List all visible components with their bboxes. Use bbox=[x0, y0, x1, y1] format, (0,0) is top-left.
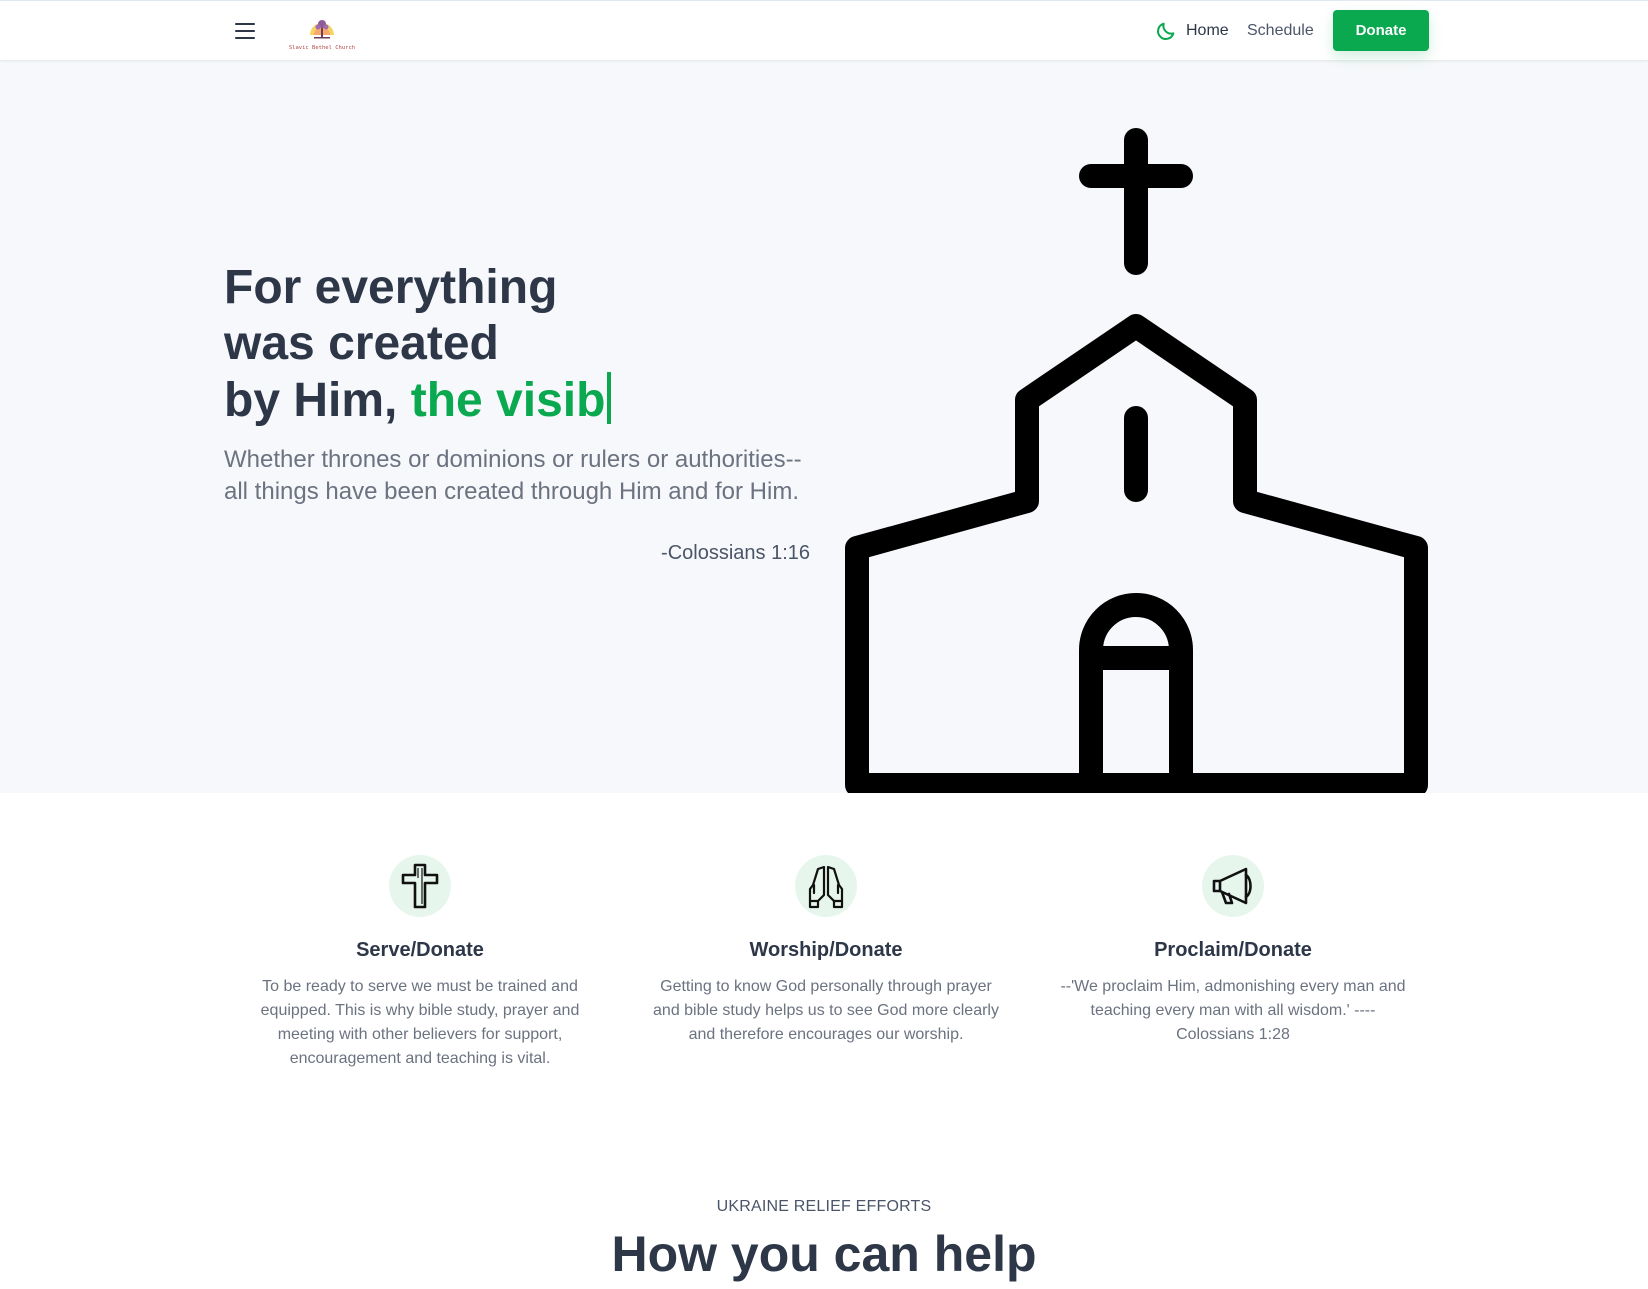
cross-icon bbox=[389, 855, 451, 917]
site-logo[interactable]: Slavic Bethel Church bbox=[284, 13, 360, 51]
moon-icon[interactable] bbox=[1155, 20, 1177, 42]
hamburger-menu-icon[interactable] bbox=[232, 19, 258, 43]
feature-worship: Worship/Donate Getting to know God perso… bbox=[626, 855, 1026, 1047]
hero-verse: Whether thrones or dominions or rulers o… bbox=[224, 446, 802, 505]
megaphone-icon bbox=[1202, 855, 1264, 917]
hero-title-line-2: was created bbox=[224, 317, 499, 370]
praying-hands-icon bbox=[795, 855, 857, 917]
typing-caret bbox=[607, 372, 612, 424]
feature-text: --'We proclaim Him, admonishing every ma… bbox=[1060, 978, 1406, 1043]
feature-text: Getting to know God personally through p… bbox=[653, 978, 999, 1043]
nav-home-link[interactable]: Home bbox=[1186, 21, 1229, 41]
feature-serve: Serve/Donate To be ready to serve we mus… bbox=[220, 855, 620, 1071]
feature-proclaim: Proclaim/Donate --'We proclaim Him, admo… bbox=[1033, 855, 1433, 1047]
top-navbar: Slavic Bethel Church Home Schedule Donat… bbox=[0, 0, 1648, 60]
church-icon bbox=[845, 128, 1428, 793]
logo-emblem bbox=[310, 20, 334, 39]
donate-button[interactable]: Donate bbox=[1333, 10, 1429, 51]
feature-text: To be ready to serve we must be trained … bbox=[260, 978, 580, 1067]
hero-title: For everything was created by Him, the v… bbox=[224, 260, 844, 429]
hero-title-line-1: For everything bbox=[224, 261, 558, 314]
hero-typed-text: the visib bbox=[410, 374, 606, 427]
nav-schedule-link[interactable]: Schedule bbox=[1247, 21, 1314, 41]
hero-section: For everything was created by Him, the v… bbox=[0, 60, 1648, 793]
feature-title: Serve/Donate bbox=[356, 939, 484, 961]
logo-text: Slavic Bethel Church bbox=[288, 45, 356, 51]
feature-title: Worship/Donate bbox=[749, 939, 903, 961]
section-heading: How you can help bbox=[611, 1226, 1037, 1282]
feature-title: Proclaim/Donate bbox=[1154, 939, 1312, 961]
section-eyebrow: UKRAINE RELIEF EFFORTS bbox=[716, 1198, 932, 1215]
hero-title-line-3: by Him, bbox=[224, 374, 411, 427]
hero-citation: -Colossians 1:16 bbox=[661, 542, 810, 564]
